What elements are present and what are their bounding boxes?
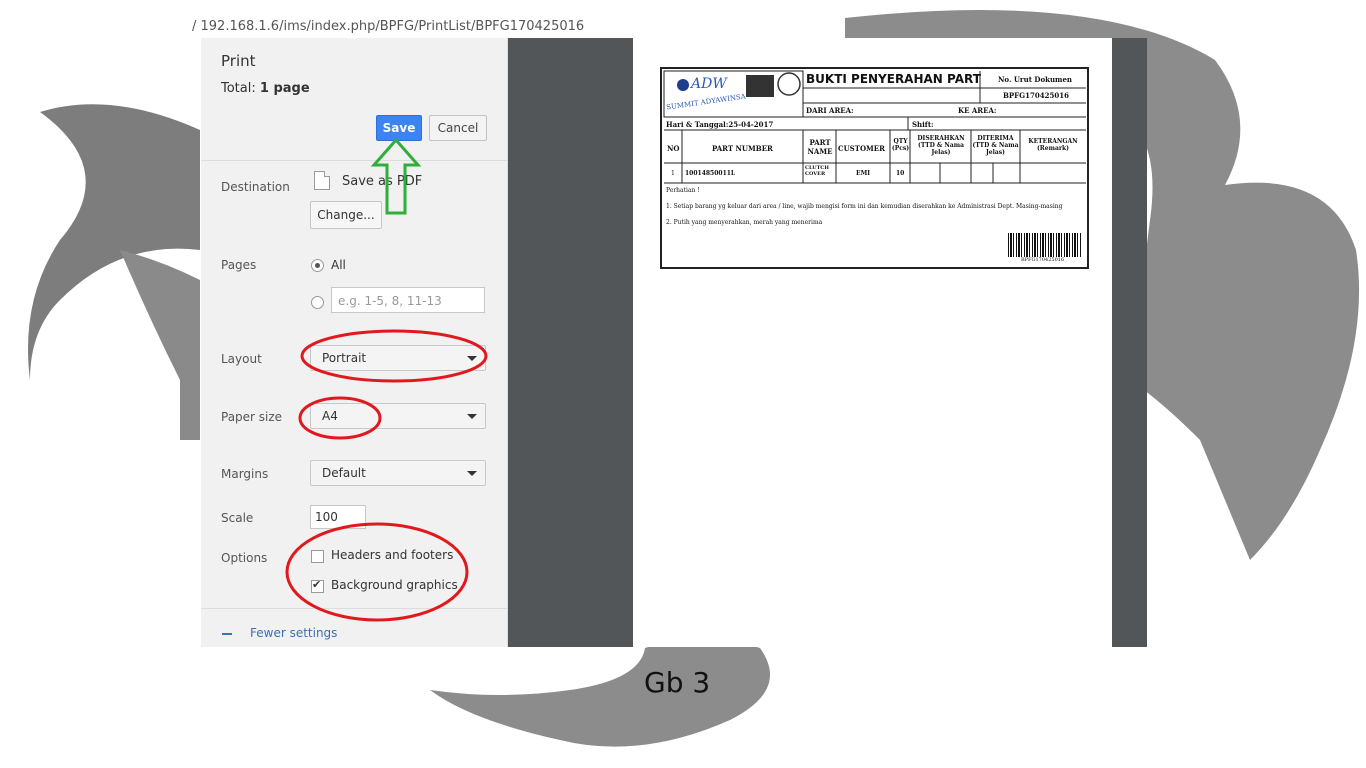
company-logo-text: ADW [691,76,727,92]
destination-value: Save as PDF [342,174,423,189]
chevron-down-icon [467,471,477,476]
layout-label: Layout [221,352,262,366]
dialog-title: Print [221,52,256,70]
row-part-number: 10014850011L [685,170,736,177]
background-graphics-label: Background graphics [331,578,458,592]
col-header: KETERANGAN (Remark) [1028,138,1078,152]
col-header: CUSTOMER [838,144,885,153]
layout-value: Portrait [322,351,367,365]
row-no: 1 [671,170,675,177]
save-button[interactable]: Save [376,115,422,141]
pages-label: Pages [221,258,257,272]
total-value: 1 page [259,81,310,96]
col-header: DISERAHKAN (TTD & Nama Jelas) [917,135,965,156]
col-header: NO [667,144,680,153]
margins-select[interactable]: Default [310,460,486,486]
pages-custom-input[interactable]: e.g. 1-5, 8, 11-13 [331,287,485,313]
col-header: PART NAME [807,138,833,156]
perhatian-label: Perhatian ! [666,187,700,194]
url-bar-text: / 192.168.1.6/ims/index.php/BPFG/PrintLi… [192,20,585,34]
margins-value: Default [322,466,366,480]
print-settings-panel: Print Total: 1 page Save Cancel Destinat… [201,38,508,647]
hari-tanggal: Hari & Tanggal:25-04-2017 [666,120,774,129]
background-graphics-checkbox[interactable] [311,578,324,593]
margins-label: Margins [221,467,269,481]
dari-area-label: DARI AREA: [806,106,854,115]
cancel-button[interactable]: Cancel [429,115,487,141]
ke-area-label: KE AREA: [958,106,997,115]
doc-no-value: BPFG170425016 [1003,91,1069,100]
pdf-file-icon [314,171,330,190]
page-total: Total: 1 page [221,81,310,96]
doc-no-label: No. Urut Dokumen [998,75,1072,84]
scale-label: Scale [221,511,254,525]
row-part-name: CLUTCH COVER [805,165,830,177]
pages-custom-radio[interactable] [311,296,324,309]
chevron-down-icon [467,414,477,419]
col-header: DITERIMA (TTD & Nama Jelas) [972,135,1019,156]
total-label: Total: [221,81,256,96]
paper-size-label: Paper size [221,410,283,424]
pages-all-label: All [331,258,346,272]
paper-size-value: A4 [322,409,338,423]
note-1: 1. Setiap barang yg keluar dari area / l… [666,203,1063,210]
pages-all-radio[interactable] [311,259,324,272]
destination-label: Destination [221,180,290,194]
print-header: Print Total: 1 page Save Cancel [201,38,507,161]
paper-size-select[interactable]: A4 [310,403,486,429]
barcode [1008,233,1082,257]
col-header: QTY (Pcs) [891,138,910,152]
layout-select[interactable]: Portrait [310,345,486,371]
options-label: Options [221,551,268,565]
change-destination-button[interactable]: Change... [310,201,382,229]
shift-label: Shift: [912,120,934,129]
document-title: BUKTI PENYERAHAN PART [806,72,981,86]
note-2: 2. Putih yang menyerahkan, merah yang me… [666,219,823,226]
fewer-settings-link[interactable]: Fewer settings [250,626,337,640]
headers-footers-label: Headers and footers [331,548,454,562]
settings-footer: Fewer settings [201,608,507,647]
col-header: PART NUMBER [712,144,773,153]
scale-input[interactable]: 100 [310,505,366,529]
figure-caption: Gb 3 [644,666,711,699]
chevron-down-icon [467,356,477,361]
barcode-text: BPFG170425016 [1021,257,1065,263]
minus-icon [222,633,232,635]
row-customer: EMI [856,170,871,177]
headers-footers-checkbox[interactable] [311,550,324,563]
row-qty: 10 [896,170,905,177]
